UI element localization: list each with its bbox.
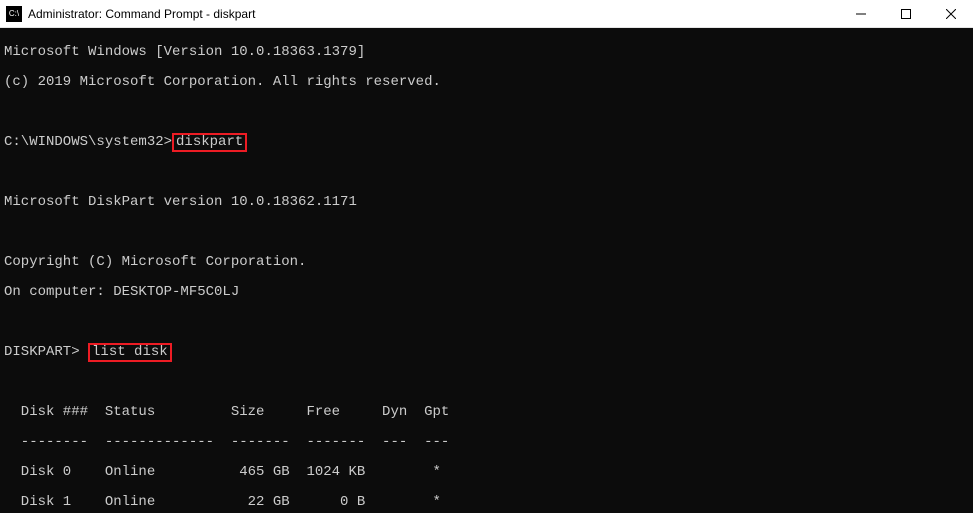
disk-table-header: Disk ### Status Size Free Dyn Gpt (4, 405, 969, 420)
diskpart-prompt: DISKPART> (4, 344, 80, 360)
disk-table-row-0: Disk 0 Online 465 GB 1024 KB * (4, 465, 969, 480)
diskpart-copyright: Copyright (C) Microsoft Corporation. (4, 255, 969, 270)
titlebar[interactable]: C:\ Administrator: Command Prompt - disk… (0, 0, 973, 28)
disk-table-row-1: Disk 1 Online 22 GB 0 B * (4, 495, 969, 510)
window-controls (838, 0, 973, 27)
maximize-button[interactable] (883, 0, 928, 28)
prompt-line-2: DISKPART> list disk (4, 345, 969, 360)
minimize-button[interactable] (838, 0, 883, 28)
blank-line (4, 225, 969, 240)
highlighted-command-diskpart: diskpart (172, 133, 247, 152)
close-button[interactable] (928, 0, 973, 28)
blank-line (4, 105, 969, 120)
blank-line (4, 375, 969, 390)
command-prompt-window: C:\ Administrator: Command Prompt - disk… (0, 0, 973, 513)
terminal-output[interactable]: Microsoft Windows [Version 10.0.18363.13… (0, 28, 973, 513)
app-icon: C:\ (6, 6, 22, 22)
version-line: Microsoft Windows [Version 10.0.18363.13… (4, 45, 969, 60)
prompt-line-1: C:\WINDOWS\system32>diskpart (4, 135, 969, 150)
prompt-path: C:\WINDOWS\system32> (4, 134, 172, 150)
window-title: Administrator: Command Prompt - diskpart (28, 7, 838, 21)
disk-table-separator: -------- ------------- ------- ------- -… (4, 435, 969, 450)
diskpart-version: Microsoft DiskPart version 10.0.18362.11… (4, 195, 969, 210)
highlighted-command-list-disk: list disk (88, 343, 172, 362)
diskpart-computer: On computer: DESKTOP-MF5C0LJ (4, 285, 969, 300)
blank-line (4, 315, 969, 330)
copyright-line: (c) 2019 Microsoft Corporation. All righ… (4, 75, 969, 90)
blank-line (4, 165, 969, 180)
